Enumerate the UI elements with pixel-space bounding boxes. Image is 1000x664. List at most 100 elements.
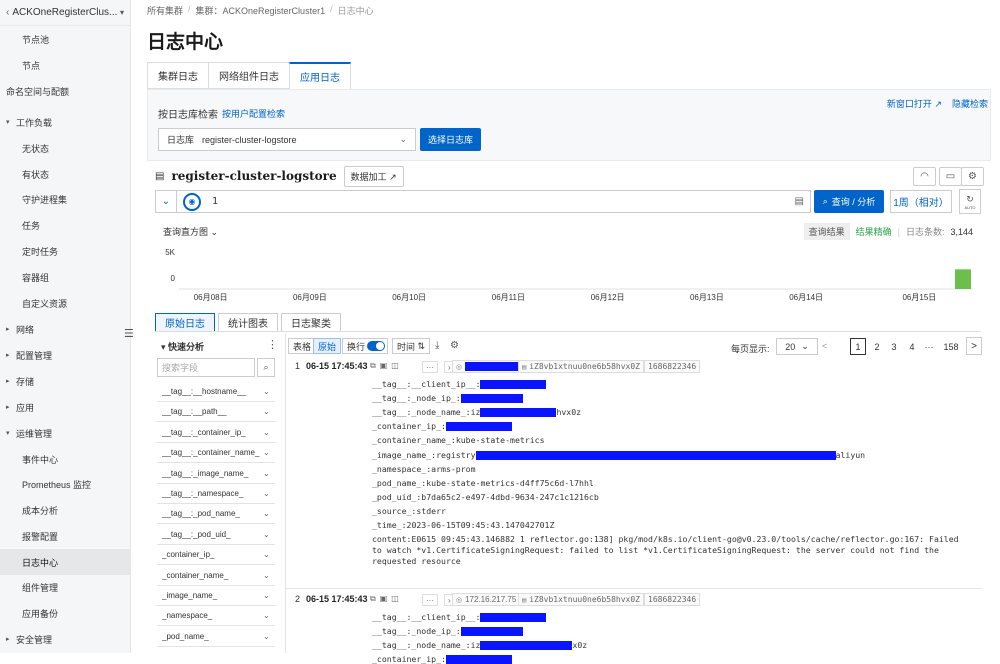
log-content[interactable]: content:E0615 09:45:43.146882 1 reflecto… xyxy=(372,534,964,567)
record-more-button[interactable]: ··· xyxy=(422,361,438,373)
quick-analysis-title[interactable]: 快速分析 xyxy=(161,340,204,353)
table-view-button[interactable]: 表格 xyxy=(288,338,317,354)
quick-analysis-field[interactable]: _container_ip_ ⌄ xyxy=(157,545,275,566)
quick-analysis-field[interactable]: __tag__:__path__ ⌄ xyxy=(157,402,275,423)
quick-analysis-field[interactable]: __tag__:__hostname__ ⌄ xyxy=(157,382,275,402)
terminal-icon[interactable]: ▭ xyxy=(939,167,962,186)
page-4[interactable]: 4 xyxy=(904,338,920,355)
auto-refresh-button[interactable]: ↻ AUTO xyxy=(959,189,981,214)
search-by-user-config-link[interactable]: 按用户配置检索 xyxy=(222,107,285,120)
quick-analysis-field[interactable]: __tag__:_container_ip_ ⌄ xyxy=(157,423,275,443)
time-range-button[interactable]: 1周（相对） xyxy=(890,190,952,213)
query-syntax-icon[interactable]: ◉ xyxy=(183,192,201,211)
raw-view-button[interactable]: 原始 xyxy=(313,338,342,354)
tab-cluster-logs[interactable]: 集群日志 xyxy=(147,62,208,89)
sidebar-item[interactable]: 任务 xyxy=(0,212,131,238)
sidebar-item[interactable]: ▸ 存储 xyxy=(0,368,131,394)
page-last[interactable]: 158 xyxy=(941,338,961,355)
log-field[interactable]: __tag__:__client_ip__: xyxy=(372,379,547,389)
sidebar-item[interactable]: Prometheus 监控 xyxy=(0,471,131,497)
sidebar-item[interactable]: 事件中心 xyxy=(0,446,131,472)
sidebar-item[interactable]: 成本分析 xyxy=(0,497,131,523)
settings-gear-icon[interactable]: ⚙ xyxy=(450,340,459,351)
sidebar-item[interactable]: 节点 xyxy=(0,52,131,78)
select-logstore-button[interactable]: 选择日志库 xyxy=(420,128,481,151)
copy-icon[interactable]: ⧉ xyxy=(370,361,376,371)
page-2[interactable]: 2 xyxy=(869,338,885,355)
record-actions[interactable]: ⧉ ▣ ◫ xyxy=(370,361,399,371)
quick-analysis-field[interactable]: __tag__:_namespace_ ⌄ xyxy=(157,484,275,504)
query-input[interactable]: ◉ 1 ▤ xyxy=(177,190,811,213)
log-field[interactable]: __tag__:_node_name_:iz x0z xyxy=(372,640,587,651)
sidebar-item[interactable]: 报警配置 xyxy=(0,523,131,549)
quick-analysis-field[interactable]: __tag__:_container_name_ ⌄ xyxy=(157,443,275,464)
sidebar-item[interactable]: 节点池 xyxy=(0,26,131,52)
sidebar-item[interactable]: ▾ 工作负载 xyxy=(0,109,131,135)
bookmark-icon[interactable]: ▣ xyxy=(380,361,388,371)
sidebar-item[interactable]: 定时任务 xyxy=(0,238,131,264)
quick-analysis-field[interactable]: _pod_name_ ⌄ xyxy=(157,627,275,647)
record-more-button[interactable]: ··· xyxy=(422,594,438,607)
histogram-title[interactable]: 查询直方图 ⌄ xyxy=(163,225,218,238)
search-icon[interactable]: ⌕ xyxy=(257,358,275,377)
sidebar-item[interactable]: ▸ 应用 xyxy=(0,394,131,420)
log-field[interactable]: _pod_uid_:b7da65c2-e497-4dbd-9634-247c1c… xyxy=(372,492,599,502)
context-icon[interactable]: ◫ xyxy=(391,361,399,371)
record-actions[interactable]: ⧉ ▣ ◫ xyxy=(370,594,399,604)
quick-analysis-field[interactable]: __tag__:_pod_uid_ ⌄ xyxy=(157,525,275,545)
dashboard-gauge-icon[interactable]: ◠ xyxy=(913,167,936,186)
field-search-input[interactable]: 搜索字段 xyxy=(157,358,255,377)
sidebar-item[interactable]: ▸ 网络 xyxy=(0,316,131,342)
sidebar-item[interactable]: 命名空间与配额 xyxy=(0,78,131,104)
sidebar-item[interactable]: ▸ 配置管理 xyxy=(0,342,131,368)
download-icon[interactable]: ⤓ xyxy=(435,340,439,351)
data-process-button[interactable]: 数据加工 ↗ xyxy=(343,165,404,187)
tab-app-logs[interactable]: 应用日志 xyxy=(289,62,351,89)
tab-raw-logs[interactable]: 原始日志 xyxy=(155,313,215,332)
next-page-icon[interactable]: > xyxy=(966,337,982,355)
log-field[interactable]: __tag__:__client_ip__: xyxy=(372,612,547,623)
breadcrumb-all-clusters[interactable]: 所有集群 xyxy=(147,4,183,17)
log-field[interactable]: _container_ip_: xyxy=(372,654,512,664)
sidebar-item[interactable]: 日志中心 xyxy=(0,549,131,575)
log-field[interactable]: _container_name_:kube-state-metrics xyxy=(372,435,545,445)
query-doc-icon[interactable]: ▤ xyxy=(795,196,804,207)
copy-icon[interactable]: ⧉ xyxy=(370,594,376,604)
log-field[interactable]: __tag__:_node_ip_: xyxy=(372,393,523,404)
sidebar-item[interactable]: 自定义资源 xyxy=(0,290,131,316)
sidebar-item[interactable]: 有状态 xyxy=(0,161,131,187)
sidebar-item[interactable]: 无状态 xyxy=(0,135,131,161)
quick-analysis-field[interactable]: __tag__:_pod_name_ ⌄ xyxy=(157,504,275,525)
sidebar-item[interactable]: ▸ 安全管理 xyxy=(0,626,131,652)
log-field[interactable]: __tag__:_node_name_:iz hvx0z xyxy=(372,407,581,418)
sidebar-item[interactable]: 应用备份 xyxy=(0,600,131,626)
cluster-selector[interactable]: ‹ ACKOneRegisterClus... ▾ xyxy=(0,0,130,26)
open-new-window-link[interactable]: 新窗口打开 ↗ xyxy=(887,97,942,110)
per-page-select[interactable]: 20 ⌄ xyxy=(776,338,818,355)
log-field[interactable]: _source_:stderr xyxy=(372,506,446,516)
context-icon[interactable]: ◫ xyxy=(391,594,399,604)
breadcrumb-cluster[interactable]: 集群：ACKOneRegisterCluster1 xyxy=(196,4,326,17)
sidebar-item[interactable]: 容器组 xyxy=(0,264,131,290)
histogram-chart[interactable]: 5K 0 06月08日 06月09日 06月10日 06月11日 06月12日 06月13日 0… xyxy=(155,239,981,307)
more-vertical-icon[interactable]: ⋮ xyxy=(267,338,278,351)
sidebar-item[interactable]: 组件管理 xyxy=(0,574,131,600)
page-3[interactable]: 3 xyxy=(886,338,902,355)
wrap-switch[interactable] xyxy=(367,341,385,351)
back-chevron-icon[interactable]: ‹ xyxy=(6,7,9,18)
quick-analysis-field[interactable]: _container_name_ ⌄ xyxy=(157,566,275,586)
query-collapse-chevron-icon[interactable]: ⌄ xyxy=(155,190,177,213)
time-sort-button[interactable]: 时间 ⇅ xyxy=(392,338,431,354)
sidebar-item[interactable]: 守护进程集 xyxy=(0,186,131,212)
sidebar-item[interactable]: ▾ 运维管理 xyxy=(0,420,131,446)
log-field[interactable]: _time_:2023-06-15T09:45:43.147042701Z xyxy=(372,520,554,530)
quick-analysis-field[interactable]: __tag__:_image_name_ ⌄ xyxy=(157,464,275,484)
search-analyze-button[interactable]: ⌕ 查询 / 分析 xyxy=(814,190,884,213)
quick-analysis-field[interactable]: _image_name_ ⌄ xyxy=(157,586,275,606)
tab-log-cluster[interactable]: 日志聚类 xyxy=(281,313,341,332)
tab-network-logs[interactable]: 网络组件日志 xyxy=(208,62,289,89)
quick-analysis-field[interactable]: _namespace_ ⌄ xyxy=(157,606,275,627)
log-field[interactable]: __tag__:_node_ip_: xyxy=(372,626,523,637)
log-field[interactable]: _namespace_:arms-prom xyxy=(372,464,476,474)
settings-gear-icon[interactable]: ⚙ xyxy=(961,167,984,186)
